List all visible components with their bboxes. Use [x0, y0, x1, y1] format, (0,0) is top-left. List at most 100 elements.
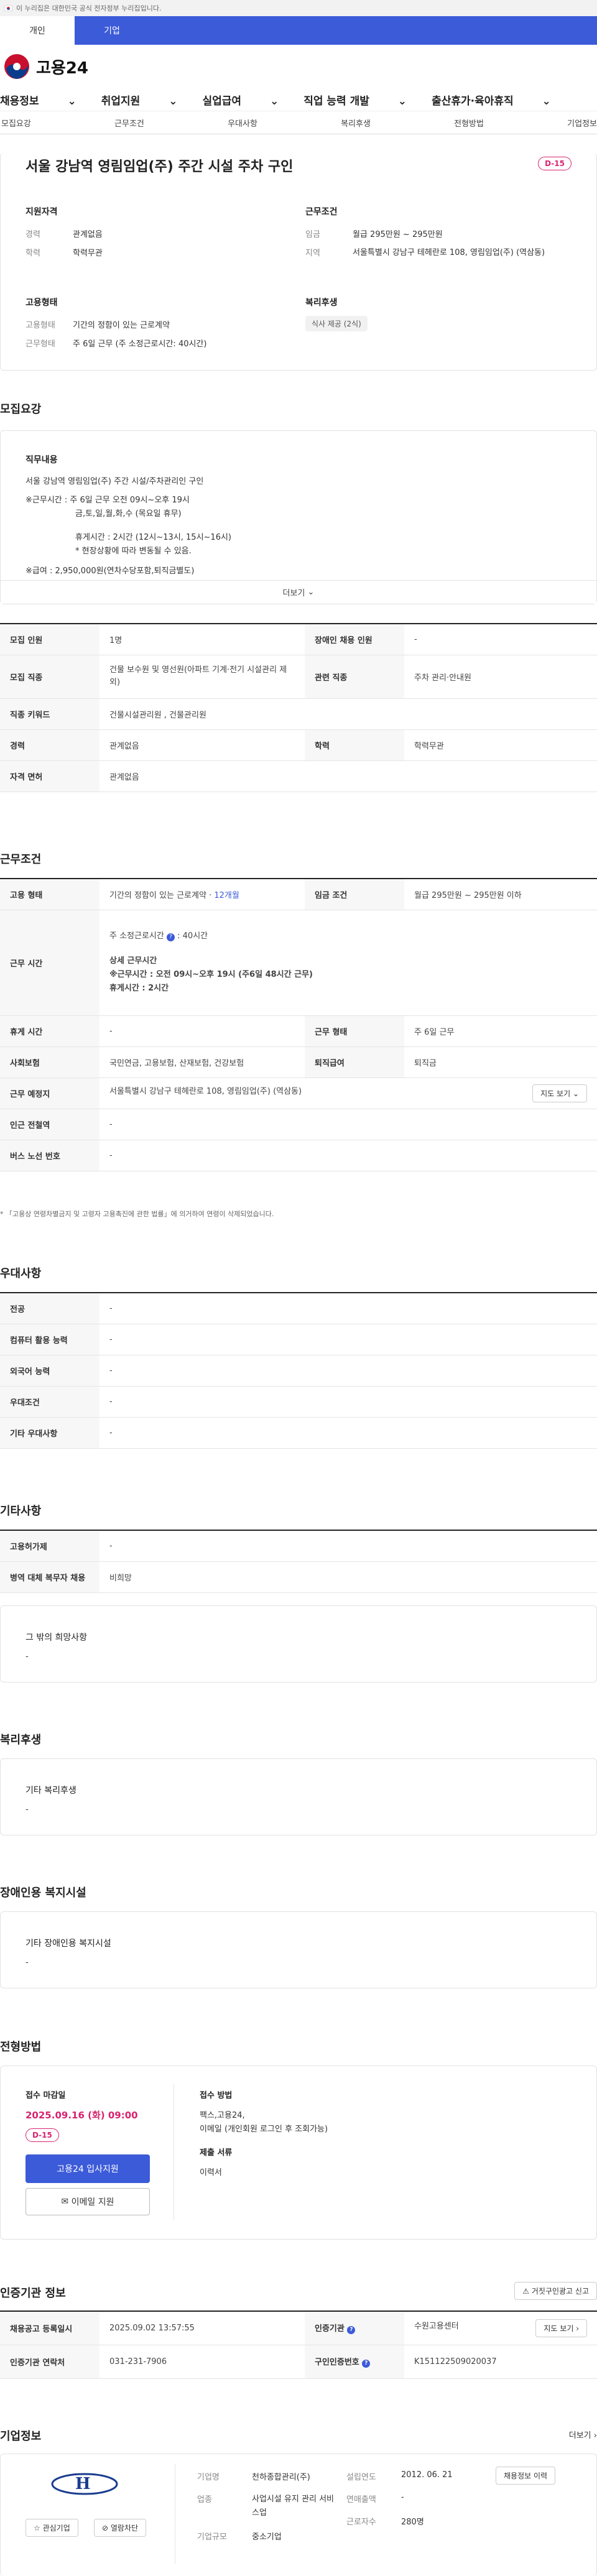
method-heading: 접수 방법 — [200, 2091, 233, 2100]
more-button[interactable]: 더보기 ⌄ — [1, 580, 596, 604]
type-text: 기간의 정함이 있는 근로계약 · — [109, 890, 215, 900]
interest-button[interactable]: ☆ 관심기업 — [25, 2519, 78, 2537]
section-link[interactable]: 복리후생 — [341, 117, 371, 129]
section-link[interactable]: 우대사항 — [228, 117, 257, 129]
interest-label: 관심기업 — [42, 2524, 70, 2532]
cell-value: 주차 관리·안내원 — [404, 655, 597, 699]
nav-item[interactable]: 출산휴가·육아휴직 ⌄ — [432, 92, 551, 108]
select-card: 접수 마감일 2025.09.16 (화) 09:00 D-15 고용24 입사… — [0, 2066, 597, 2240]
period-link[interactable]: 12개월 — [214, 891, 239, 900]
staff-label: 근로자수 — [346, 2518, 376, 2527]
disab-heading: 장애인용 복지시설 — [0, 1886, 86, 1900]
info-icon[interactable]: ? — [362, 2360, 371, 2368]
duty-line: 금,토,일,월,화,수 (목요일 휴무) — [75, 509, 182, 519]
hiring-history-button[interactable]: 채용정보 이력 — [496, 2467, 556, 2485]
cell-label: 장애인 채용 인원 — [305, 624, 404, 655]
other-heading: 그 밖의 희망사항 — [25, 1633, 88, 1643]
map-button-label: 지도 보기 — [540, 1089, 571, 1098]
recruit-heading: 모집요강 — [0, 403, 42, 416]
nav-item[interactable]: 실업급여 ⌄ — [202, 92, 279, 108]
org-map-button[interactable]: 지도 보기 › — [535, 2319, 587, 2337]
other-card: 그 밖의 희망사항 - — [0, 1605, 597, 1683]
scale-value: 중소기업 — [252, 2532, 282, 2542]
welfare-tag: 식사 제공 (2식) — [305, 316, 368, 331]
section-nav: 모집요강 근무조건 우대사항 복리후생 전형방법 기업정보 — [0, 111, 597, 134]
deadline-heading: 접수 마감일 — [25, 2091, 66, 2100]
cell-label: 인증기관 연락처 — [0, 2345, 100, 2379]
location-text: 서울특별시 강남구 테헤란로 108, 영림임업(주) (역삼동) — [109, 1086, 302, 1096]
edu-label: 학력 — [25, 249, 40, 258]
block-button[interactable]: ⊘ 열람차단 — [94, 2519, 147, 2537]
duty-line: * 현장상황에 따라 변동될 수 있음. — [75, 547, 192, 556]
map-button[interactable]: 지도 보기 ⌄ — [532, 1084, 587, 1102]
company-more-link[interactable]: 더보기 › — [569, 2429, 597, 2440]
name-label: 기업명 — [197, 2473, 220, 2482]
section-link[interactable]: 모집요강 — [1, 117, 31, 129]
info-icon[interactable]: ? — [167, 933, 175, 941]
cell-value: - — [100, 1530, 597, 1562]
est-value: 2012. 06. 21 — [401, 2470, 453, 2480]
tab-company[interactable]: 기업 — [75, 16, 149, 45]
logo-icon[interactable] — [2, 52, 31, 81]
etc-table: 고용허가제 - 병역 대체 복무자 채용 비희망 — [0, 1530, 597, 1593]
more-label: 더보기 — [282, 589, 305, 598]
time-detail: ※근무시간 : 오전 09시~오후 19시 (주6일 48시간 근무) — [109, 970, 313, 979]
tab-personal[interactable]: 개인 — [0, 16, 75, 45]
block-label: 열람차단 — [110, 2524, 139, 2532]
cell-label: 모집 인원 — [0, 624, 100, 655]
cell-value: 1명 — [100, 624, 305, 655]
info-icon[interactable]: ? — [347, 2326, 356, 2335]
email-apply-button[interactable]: ✉ 이메일 지원 — [25, 2188, 150, 2215]
apply-button[interactable]: 고용24 입사지원 — [25, 2154, 150, 2183]
cell-label: 학력 — [305, 729, 404, 761]
nav-item[interactable]: 취업지원 ⌄ — [101, 92, 178, 108]
cell-value: 수원고용센터 지도 보기 › — [404, 2311, 597, 2345]
emp-heading: 고용형태 — [25, 298, 58, 308]
cell-label: 고용허가제 — [0, 1530, 100, 1562]
company-card: H ☆ 관심기업 ⊘ 열람차단 기업명 천하종합관리(주) 업종 사업시설 유지… — [0, 2454, 597, 2576]
section-link[interactable]: 근무조건 — [114, 117, 144, 129]
cell-label: 전공 — [0, 1293, 100, 1324]
cond-heading: 근무조건 — [305, 207, 338, 217]
cell-label: 근무 형태 — [305, 1015, 404, 1047]
cell-value: - — [404, 624, 597, 655]
docs-value: 이력서 — [200, 2168, 222, 2177]
cell-label: 컴퓨터 활용 능력 — [0, 1324, 100, 1355]
cell-label: 근무 시간 — [0, 910, 100, 1016]
summary-card: 서울 강남역 영림임업(주) 주간 시설 주차 구인 D-15 지원자격 경력 … — [0, 153, 597, 371]
name-value: 천하종합관리(주) — [252, 2473, 310, 2482]
welfare-sub-heading: 기타 복리후생 — [25, 1786, 76, 1796]
age-note: * 「고용상 연령차별금지 및 고령자 고용촉진에 관한 법률」에 의거하여 연… — [0, 1210, 274, 1218]
duty-heading: 직무내용 — [25, 455, 58, 465]
cell-value: - — [100, 1417, 597, 1449]
etc-heading: 기타사항 — [0, 1505, 42, 1518]
sales-label: 연매출액 — [346, 2495, 376, 2504]
nav-item[interactable]: 직업 능력 개발 ⌄ — [303, 92, 407, 108]
logo-text[interactable]: 고용24 — [36, 55, 88, 78]
emptype-label: 고용형태 — [25, 321, 55, 330]
section-link[interactable]: 기업정보 — [567, 117, 597, 129]
deadline-dday: D-15 — [25, 2128, 59, 2142]
est-label: 설립연도 — [346, 2473, 376, 2482]
cell-label: 퇴직급여 — [305, 1046, 404, 1078]
cell-value: 031-231-7906 — [100, 2345, 305, 2379]
email-apply-label: 이메일 지원 — [71, 2197, 114, 2207]
org-value: 수원고용센터 — [414, 2321, 459, 2331]
cell-label: 경력 — [0, 729, 100, 761]
nav-item[interactable]: 채용정보 ⌄ — [0, 92, 76, 108]
cell-value: - — [100, 1293, 597, 1324]
cell-label: 자격 면허 — [0, 760, 100, 792]
cell-value: - — [100, 1355, 597, 1387]
cell-label: 사회보험 — [0, 1046, 100, 1078]
cell-label: 버스 노선 번호 — [0, 1140, 100, 1171]
duty-line: 서울 강남역 영림임업(주) 주간 시설/주차관리인 구인 — [25, 477, 204, 486]
staff-value: 280명 — [401, 2518, 424, 2527]
pref-table: 전공 - 컴퓨터 활용 능력 - 외국어 능력 - 우대조건 - 기타 우대사항 - — [0, 1292, 597, 1449]
report-button[interactable]: ⚠ 거짓구인광고 신고 — [514, 2282, 597, 2300]
docs-heading: 제출 서류 — [200, 2148, 233, 2158]
cell-label: 근무 예정지 — [0, 1078, 100, 1109]
duty-line: ※근무시간 : 주 6일 근무 오전 09시~오후 19시 — [25, 496, 190, 505]
duty-line: ※급여 : 2,950,000원(연차수당포함,퇴직금별도) — [25, 566, 195, 576]
company-heading: 기업정보 — [0, 2430, 42, 2443]
section-link[interactable]: 전형방법 — [454, 117, 484, 129]
